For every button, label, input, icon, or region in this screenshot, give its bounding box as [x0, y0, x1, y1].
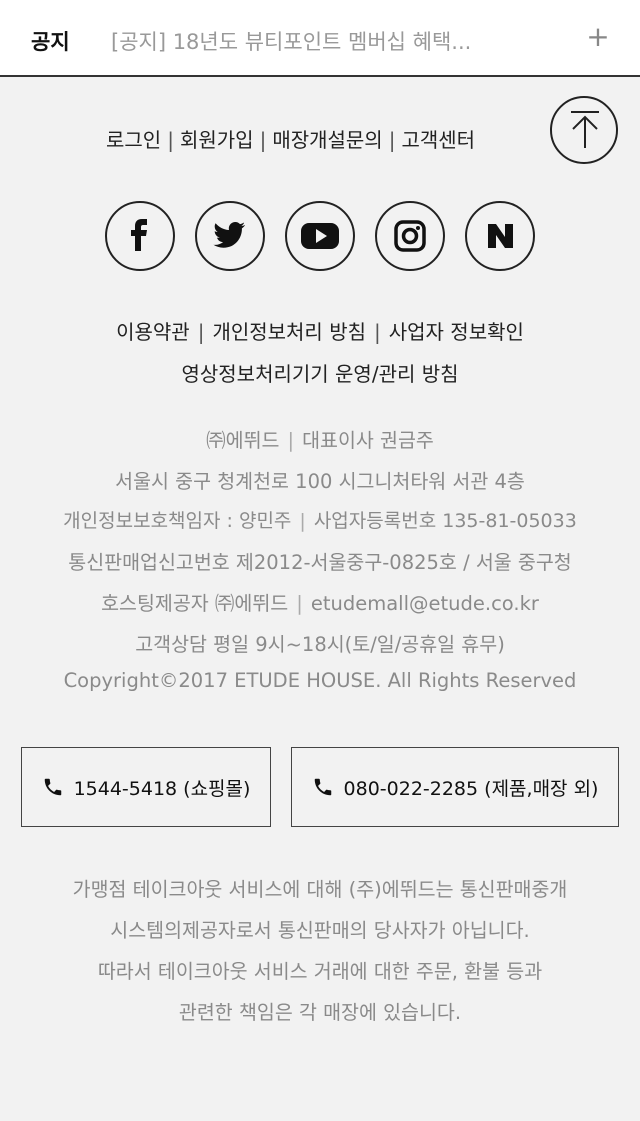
cctv-policy-link[interactable]: 영상정보처리기기 운영/관리 방침 — [181, 362, 458, 386]
cctv-policy-row: 영상정보처리기기 운영/관리 방침 — [0, 358, 640, 387]
naver-button[interactable] — [465, 201, 535, 271]
scroll-top-button[interactable] — [550, 96, 618, 164]
shopping-phone-label: 1544-5418 (쇼핑몰) — [73, 777, 251, 800]
expand-plus-icon[interactable]: + — [585, 22, 611, 52]
disclaimer-line-1: 가맹점 테이크아웃 서비스에 대해 (주)에뛰드는 통신판매중개 — [72, 878, 568, 901]
customer-center-link[interactable]: 고객센터 — [401, 128, 475, 152]
notice-text[interactable]: [공지] 18년도 뷰티포인트 멤버십 혜택... — [111, 26, 531, 56]
naver-icon — [488, 224, 513, 248]
signup-link[interactable]: 회원가입 — [180, 128, 254, 152]
registration-row: 개인정보보호책임자 : 양민주 | 사업자등록번호 135-81-05033 — [0, 506, 640, 533]
account-links: 로그인 | 회원가입 | 매장개설문의 | 고객센터 — [0, 124, 640, 158]
address: 서울시 중구 청계천로 100 시그니처타워 서관 4층 — [115, 470, 525, 493]
business-number: 사업자등록번호 135-81-05033 — [313, 510, 577, 532]
phone-icon — [44, 778, 61, 796]
notice-label: 공지 — [31, 30, 70, 54]
mail-order-number: 통신판매업신고번호 제2012-서울중구-0825호 / 서울 중구청 — [68, 551, 572, 574]
privacy-officer: 개인정보보호책임자 : 양민주 — [63, 510, 292, 532]
ceo-name: 대표이사 권금주 — [302, 429, 434, 452]
terms-link[interactable]: 이용약관 — [116, 320, 190, 344]
separator: | — [299, 510, 306, 532]
instagram-button[interactable] — [375, 201, 445, 271]
business-hours: 고객상담 평일 9시~18시(토/일/공휴일 휴무) — [135, 633, 505, 656]
copyright: Copyright©2017 ETUDE HOUSE. All Rights R… — [63, 669, 577, 692]
business-info-link[interactable]: 사업자 정보확인 — [389, 320, 524, 344]
company-row: ㈜에뛰드 | 대표이사 권금주 — [0, 424, 640, 453]
privacy-policy-link[interactable]: 개인정보처리 방침 — [212, 320, 366, 344]
facebook-icon — [131, 219, 147, 251]
disclaimer-line-4: 관련한 책임은 각 매장에 있습니다. — [178, 1001, 462, 1024]
phone-icon — [314, 778, 331, 796]
hosting-provider: 호스팅제공자 ㈜에뛰드 — [101, 592, 289, 615]
policy-links: 이용약관 | 개인정보처리 방침 | 사업자 정보확인 — [0, 316, 640, 345]
login-link[interactable]: 로그인 — [106, 128, 161, 152]
twitter-button[interactable] — [195, 201, 265, 271]
youtube-icon — [301, 223, 339, 249]
arrow-up-icon — [571, 111, 599, 148]
separator: | — [167, 128, 174, 152]
instagram-icon — [394, 220, 426, 252]
shopping-phone-button[interactable]: 1544-5418 (쇼핑몰) — [21, 747, 271, 827]
email-link[interactable]: etudemall@etude.co.kr — [311, 592, 539, 615]
product-store-phone-button[interactable]: 080-022-2285 (제품,매장 외) — [291, 747, 619, 827]
youtube-button[interactable] — [285, 201, 355, 271]
disclaimer-line-3: 따라서 테이크아웃 서비스 거래에 대한 주문, 환불 등과 — [97, 960, 543, 983]
company-name: ㈜에뛰드 — [206, 429, 280, 452]
notice-bar: 공지 [공지] 18년도 뷰티포인트 멤버십 혜택... + — [0, 0, 640, 77]
hosting-row: 호스팅제공자 ㈜에뛰드 | etudemall@etude.co.kr — [0, 587, 640, 616]
facebook-button[interactable] — [105, 201, 175, 271]
store-inquiry-link[interactable]: 매장개설문의 — [272, 128, 382, 152]
separator: | — [296, 592, 303, 615]
twitter-icon — [213, 222, 246, 248]
disclaimer-line-2: 시스템의제공자로서 통신판매의 당사자가 아닙니다. — [110, 919, 530, 942]
separator: | — [388, 128, 396, 152]
product-store-phone-label: 080-022-2285 (제품,매장 외) — [343, 777, 599, 800]
separator: | — [374, 320, 381, 344]
separator: | — [287, 429, 295, 452]
separator: | — [197, 320, 205, 344]
separator: | — [259, 128, 267, 152]
